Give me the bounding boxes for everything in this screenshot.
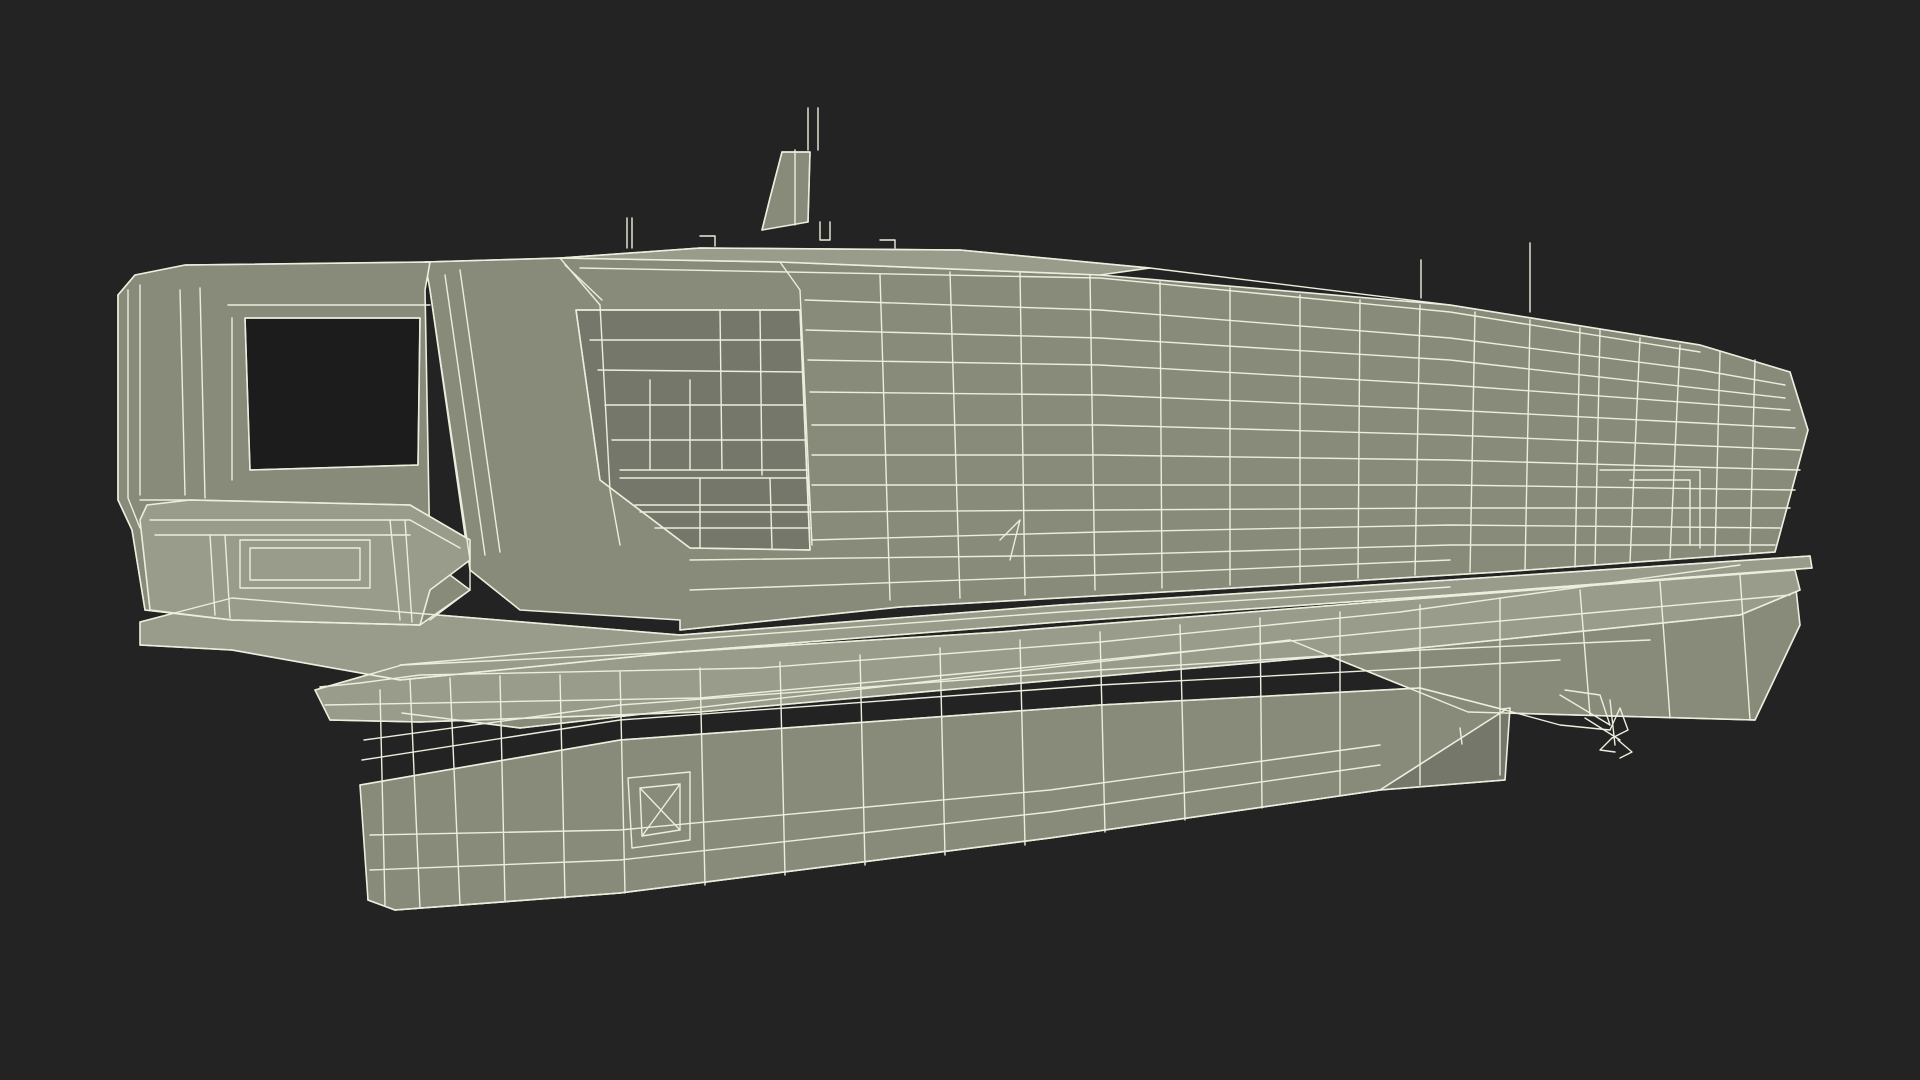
aft-window [244,317,421,471]
wireframe-scene [0,0,1920,1080]
render-viewport [0,0,1920,1080]
transom-panel [139,499,471,626]
